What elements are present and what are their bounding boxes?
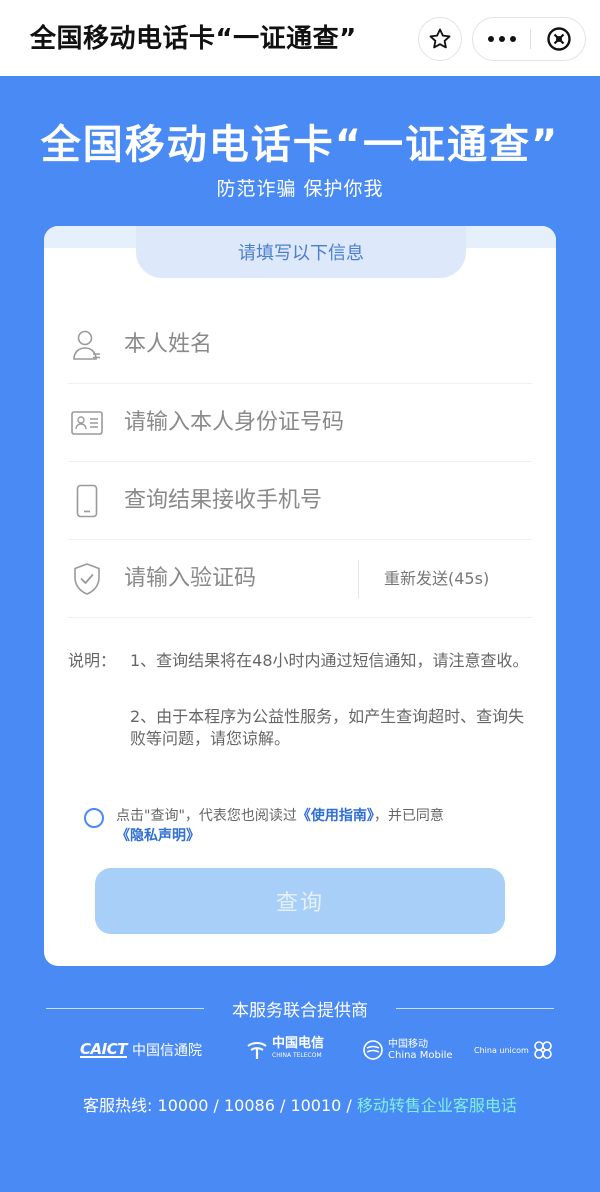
id-card-icon <box>70 406 104 440</box>
provider-divider-left <box>46 1008 204 1009</box>
top-nav-bar: 全国移动电话卡“一证通查” <box>0 0 600 76</box>
caict-name: 中国信通院 <box>131 1043 202 1059</box>
close-icon <box>546 27 571 51</box>
query-button[interactable]: 查询 <box>95 868 505 934</box>
star-icon <box>429 28 451 49</box>
shield-icon <box>70 562 104 596</box>
unicom-en: China unicom <box>474 1045 529 1055</box>
resend-code-button[interactable]: 重新发送(45s) <box>384 540 489 618</box>
more-icon-dot <box>498 36 505 42</box>
more-icon <box>487 36 494 42</box>
agreement-text: 点击"查询"，代表您也阅读过《使用指南》，并已同意《隐私声明》 <box>116 806 526 846</box>
phone-icon <box>70 484 104 518</box>
id-number-input[interactable] <box>124 410 444 435</box>
hotline-text: 客服热线: 10000 / 10086 / 10010 / 移动转售企业客服电话 <box>0 1092 600 1116</box>
verification-code-field: 重新发送(45s) <box>68 540 532 618</box>
nav-title: 全国移动电话卡“一证通查” <box>30 24 357 54</box>
privacy-statement-link[interactable]: 《隐私声明》 <box>116 828 200 844</box>
telecom-en: CHINA TELECOM <box>272 1052 322 1059</box>
caict-mark: CAICT <box>80 1040 127 1058</box>
agreement-prefix: 点击"查询"，代表您也阅读过 <box>116 808 297 824</box>
form-card: 请填写以下信息 本人姓名 请输入本人身份证号码 查询结果接收手机号 请输入验证码… <box>44 226 556 966</box>
more-button[interactable] <box>473 18 530 60</box>
user-guide-link[interactable]: 《使用指南》 <box>297 808 374 824</box>
id-number-field <box>68 384 532 462</box>
provider-header: 本服务联合提供商 <box>40 996 560 1021</box>
hero-title: 全国移动电话卡“一证通查” <box>40 122 560 168</box>
agreement-middle: ，并已同意 <box>373 808 444 824</box>
code-divider <box>358 560 359 598</box>
card-tab-label: 请填写以下信息 <box>136 226 466 278</box>
instructions-label: 说明： <box>68 651 117 670</box>
close-button[interactable] <box>531 18 586 60</box>
name-field <box>68 306 532 384</box>
china-unicom-logo: China unicom <box>474 1034 554 1066</box>
mobile-emblem-icon <box>363 1040 383 1060</box>
provider-divider-right <box>396 1008 554 1009</box>
unicom-knot-icon <box>534 1041 552 1059</box>
telecom-emblem-icon <box>247 1042 267 1059</box>
provider-logos: CAICT 中国信通院 中国电信 CHINA TELECOM 中国移动 Chin… <box>0 1034 600 1066</box>
provider-title: 本服务联合提供商 <box>232 1001 368 1021</box>
china-mobile-logo: 中国移动 China Mobile <box>362 1034 453 1066</box>
caict-logo: CAICT 中国信通院 <box>80 1034 202 1066</box>
instruction-item: 1、查询结果将在48小时内通过短信通知，请注意查收。 <box>130 651 529 670</box>
instruction-item: 2、由于本程序为公益性服务，如产生查询超时、查询失败等问题，请您谅解。 <box>130 707 525 748</box>
mobile-name: 中国移动 <box>388 1039 428 1050</box>
agreement-radio[interactable] <box>84 808 104 828</box>
phone-field <box>68 462 532 540</box>
hero-subtitle: 防范诈骗 保护你我 <box>216 178 384 200</box>
china-telecom-logo: 中国电信 CHINA TELECOM <box>246 1034 324 1066</box>
verification-code-input[interactable] <box>124 566 354 591</box>
user-icon <box>70 328 104 362</box>
miniprogram-capsule <box>472 17 586 61</box>
phone-input[interactable] <box>124 488 444 513</box>
reseller-hotline-link[interactable]: 移动转售企业客服电话 <box>357 1096 517 1115</box>
favorite-button[interactable] <box>418 17 462 61</box>
mobile-en: China Mobile <box>388 1050 453 1061</box>
telecom-name: 中国电信 <box>272 1036 325 1051</box>
name-input[interactable] <box>124 332 444 357</box>
hotline-numbers: 客服热线: 10000 / 10086 / 10010 / <box>83 1096 357 1115</box>
more-icon-dot <box>509 36 516 42</box>
